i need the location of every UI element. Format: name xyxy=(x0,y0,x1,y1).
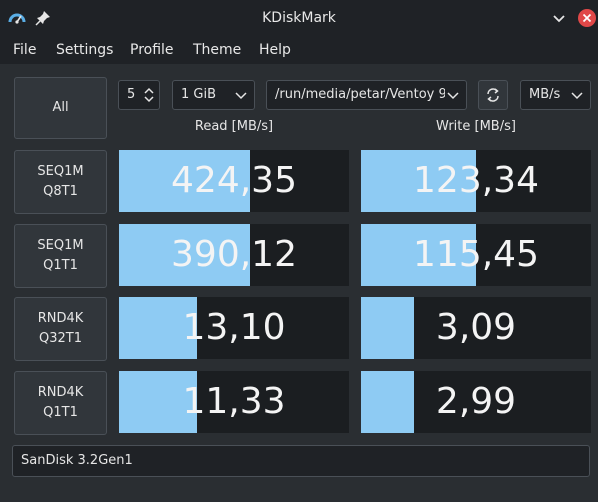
test-params: Q32T1 xyxy=(39,331,82,346)
menu-file[interactable]: File xyxy=(9,36,40,64)
chevron-down-icon xyxy=(571,92,583,100)
all-button[interactable]: All xyxy=(14,77,107,139)
test-size-select[interactable]: 1 GiB xyxy=(172,80,255,110)
test-name: RND4K xyxy=(37,385,84,400)
title-bar: KDiskMark xyxy=(0,0,598,36)
chevron-down-icon[interactable] xyxy=(550,9,568,27)
test-name: RND4K xyxy=(37,311,84,326)
test-params: Q1T1 xyxy=(43,405,78,420)
write-value: 3,09 xyxy=(435,307,517,348)
window-title: KDiskMark xyxy=(262,10,336,26)
write-value: 123,34 xyxy=(413,160,539,201)
read-result-seq1m-q8t1: 424,35 xyxy=(119,150,349,212)
write-value: 115,45 xyxy=(413,234,539,275)
menu-help[interactable]: Help xyxy=(255,36,295,64)
chevron-down-icon xyxy=(235,92,247,100)
unit-select[interactable]: MB/s xyxy=(520,80,591,110)
menu-settings[interactable]: Settings xyxy=(52,36,117,64)
menu-bar: File Settings Profile Theme Help xyxy=(0,36,598,64)
write-result-rnd4k-q32t1: 3,09 xyxy=(361,297,591,359)
write-result-seq1m-q8t1: 123,34 xyxy=(361,150,591,212)
test-name: SEQ1M xyxy=(37,164,84,179)
read-result-seq1m-q1t1: 390,12 xyxy=(119,224,349,286)
test-params: Q8T1 xyxy=(43,184,78,199)
device-info-field[interactable]: SanDisk 3.2Gen1 xyxy=(12,445,590,477)
runs-spinbox[interactable]: 5 xyxy=(118,80,160,110)
write-value: 2,99 xyxy=(435,381,517,422)
write-result-seq1m-q1t1: 115,45 xyxy=(361,224,591,286)
refresh-icon xyxy=(487,88,499,102)
close-icon[interactable] xyxy=(578,9,596,27)
chevron-down-icon xyxy=(447,92,459,100)
test-button-seq1m-q8t1[interactable]: SEQ1M Q8T1 xyxy=(14,150,107,214)
read-result-rnd4k-q1t1: 11,33 xyxy=(119,371,349,433)
refresh-button[interactable] xyxy=(478,80,508,110)
runs-value: 5 xyxy=(127,87,136,102)
test-name: SEQ1M xyxy=(37,238,84,253)
write-column-header: Write [MB/s] xyxy=(436,119,516,134)
test-button-rnd4k-q1t1[interactable]: RND4K Q1T1 xyxy=(14,371,107,435)
read-column-header: Read [MB/s] xyxy=(194,119,274,134)
write-result-rnd4k-q1t1: 2,99 xyxy=(361,371,591,433)
unit-value: MB/s xyxy=(529,87,561,102)
test-button-rnd4k-q32t1[interactable]: RND4K Q32T1 xyxy=(14,297,107,361)
read-value: 13,10 xyxy=(182,307,286,348)
read-result-rnd4k-q32t1: 13,10 xyxy=(119,297,349,359)
target-path-value: /run/media/petar/Ventoy 9 xyxy=(275,87,445,102)
read-value: 11,33 xyxy=(182,381,286,422)
test-button-seq1m-q1t1[interactable]: SEQ1M Q1T1 xyxy=(14,224,107,288)
target-path-select[interactable]: /run/media/petar/Ventoy 9 xyxy=(266,80,467,110)
test-params: Q1T1 xyxy=(43,258,78,273)
menu-profile[interactable]: Profile xyxy=(126,36,178,64)
menu-theme[interactable]: Theme xyxy=(189,36,245,64)
test-size-value: 1 GiB xyxy=(181,87,217,102)
read-value: 390,12 xyxy=(171,234,297,275)
spin-arrows-icon[interactable] xyxy=(143,85,155,105)
read-value: 424,35 xyxy=(171,160,297,201)
